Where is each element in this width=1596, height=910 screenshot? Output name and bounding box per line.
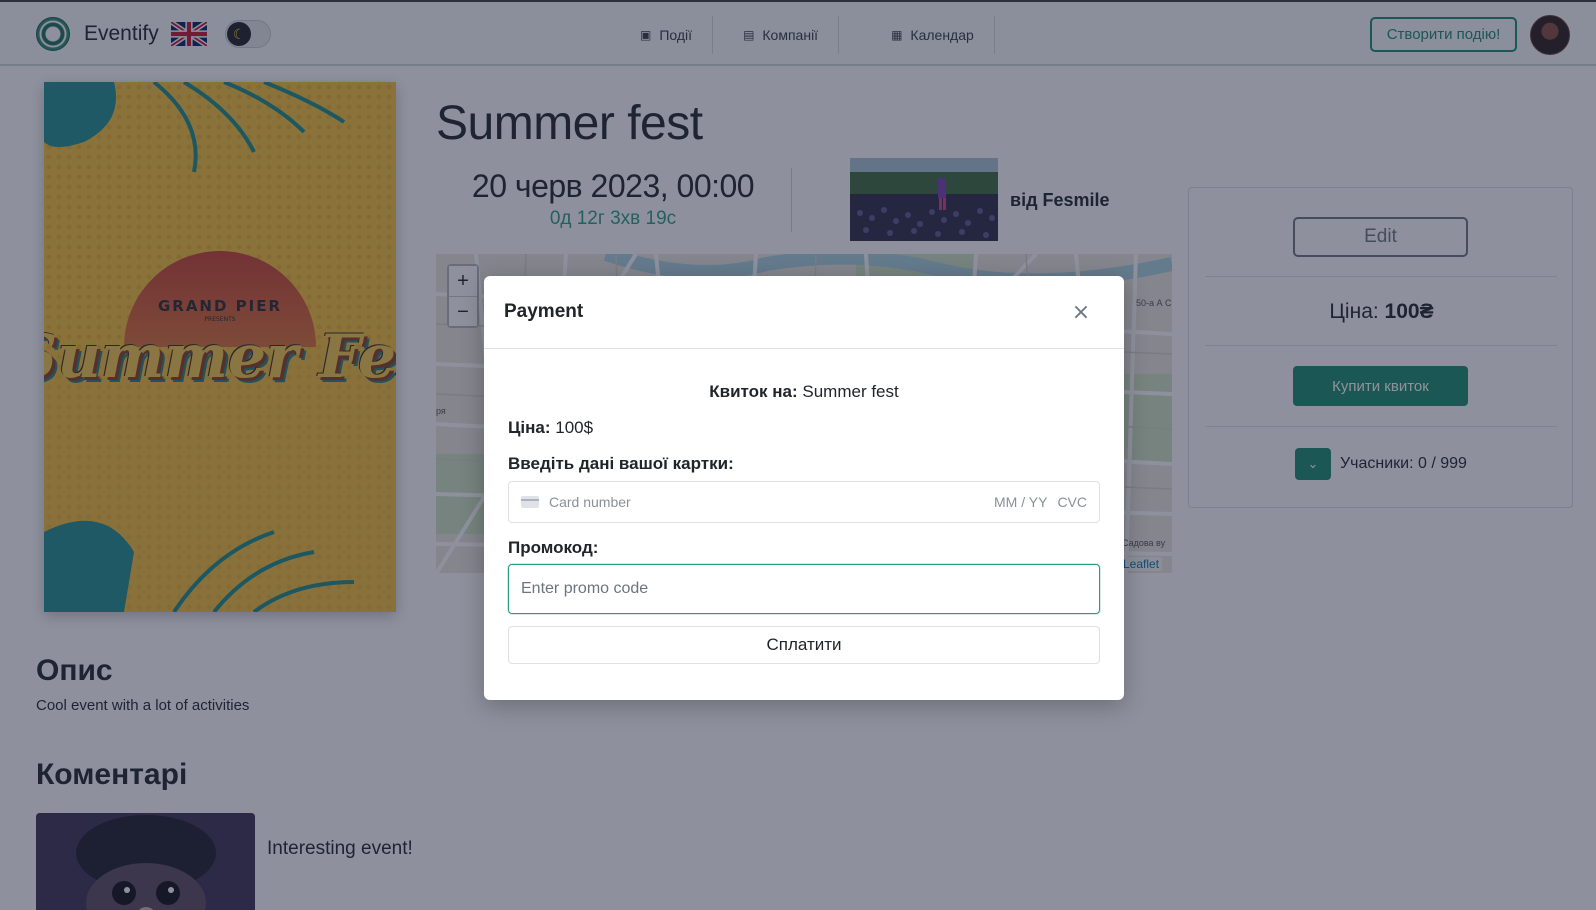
promo-label: Промокод: [508,538,599,557]
ticket-prefix: Квиток на: [709,382,798,401]
modal-title: Payment [504,301,584,322]
payment-modal: Payment × Квиток на: Summer fest Ціна: 1… [484,276,1124,700]
card-cvc-placeholder[interactable]: CVC [1057,494,1087,510]
credit-card-icon [521,496,539,508]
modal-price: Ціна: 100$ [508,418,593,438]
modal-price-value: 100$ [555,418,594,437]
card-expiry-placeholder[interactable]: MM / YY [994,494,1047,510]
card-number-field[interactable]: Card number MM / YY CVC [508,481,1100,523]
modal-price-label: Ціна: [508,418,551,437]
card-number-placeholder: Card number [549,494,631,510]
promo-code-input[interactable] [508,564,1100,614]
card-details-label: Введіть дані вашої картки: [508,454,734,473]
pay-button[interactable]: Сплатити [508,626,1100,664]
modal-header: Payment × [484,276,1124,349]
ticket-event-name: Summer fest [802,382,899,401]
ticket-heading: Квиток на: Summer fest [484,382,1124,402]
close-icon[interactable]: × [1070,302,1092,324]
